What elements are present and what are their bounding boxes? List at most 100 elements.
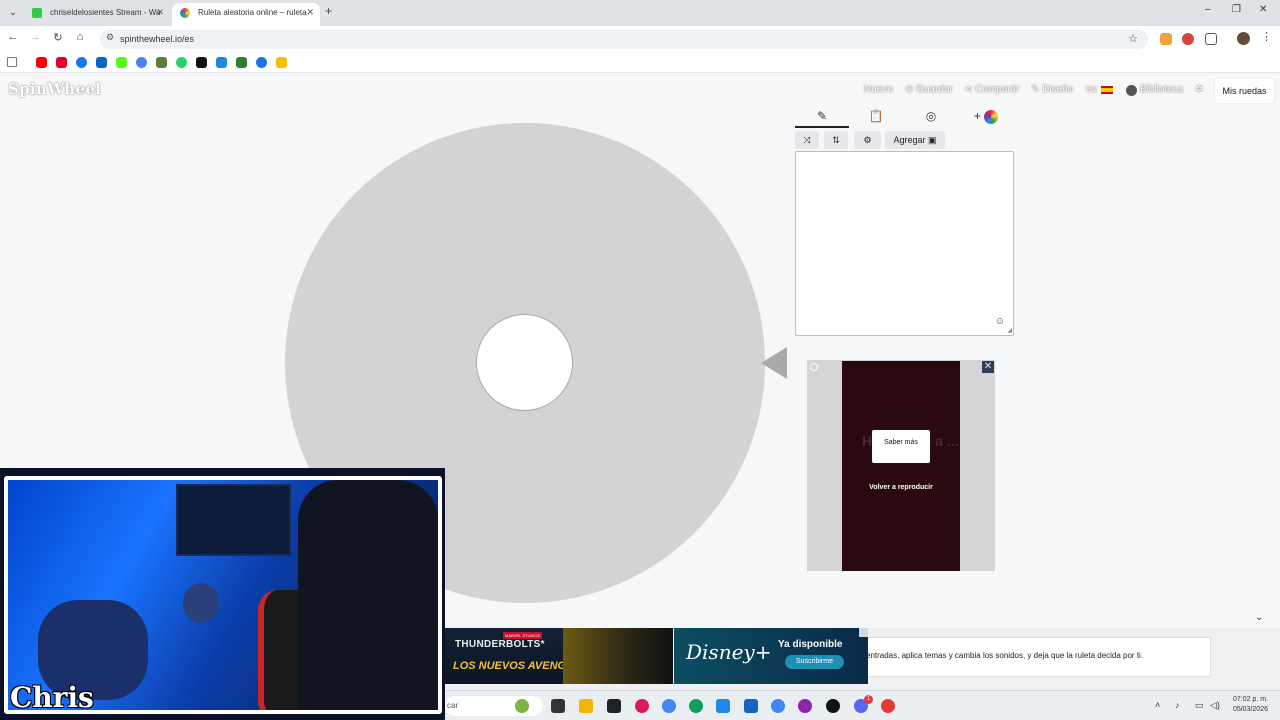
- settings-button[interactable]: ⚙: [854, 131, 881, 149]
- agregar-label: Agregar: [893, 135, 926, 145]
- adchoices-icon[interactable]: [859, 628, 868, 637]
- ad-close-button[interactable]: ✕: [982, 361, 994, 373]
- compartir-button[interactable]: ⋖ Compartir: [964, 84, 1019, 95]
- guardar-button[interactable]: ⊙ Guardar: [905, 84, 953, 95]
- mis-ruedas-button[interactable]: Mis ruedas: [1215, 79, 1274, 103]
- site-info-icon[interactable]: ⚙: [106, 32, 114, 43]
- browser-icon[interactable]: [136, 57, 147, 68]
- extension-icon[interactable]: [1182, 33, 1194, 45]
- stream-favicon-icon: [32, 8, 42, 18]
- site-logo[interactable]: SpinWheel: [8, 80, 101, 98]
- agregar-button[interactable]: Agregar ▣: [885, 131, 945, 149]
- tab-stream[interactable]: chriseldelosientes Stream - Wa ✕: [24, 3, 170, 26]
- ad-info-icon[interactable]: [810, 363, 818, 371]
- tray-chevron-icon[interactable]: ˄: [1155, 700, 1160, 710]
- extensions-puzzle-icon[interactable]: [1205, 33, 1217, 45]
- tab-strip: ⌄ chriseldelosientes Stream - Wa ✕ Rulet…: [0, 0, 1280, 26]
- webcam-person: [298, 480, 438, 710]
- tab-close-icon[interactable]: ✕: [156, 3, 164, 22]
- shuffle-button[interactable]: ⤨: [795, 131, 819, 149]
- tab-edit[interactable]: ✎: [795, 106, 849, 128]
- task-view-icon[interactable]: [551, 699, 565, 713]
- store-icon[interactable]: [744, 699, 758, 713]
- address-bar[interactable]: ⚙ spinthewheel.io/es ☆: [100, 30, 1148, 49]
- clock-time[interactable]: 07:02 p. m.: [1220, 696, 1268, 703]
- bookmarks-bar: [0, 52, 1280, 73]
- disney-plus-logo: Disney+: [686, 640, 772, 664]
- app-icon[interactable]: [635, 699, 649, 713]
- app-icon[interactable]: [236, 57, 247, 68]
- tab-search-chevron-icon[interactable]: ⌄: [6, 6, 20, 20]
- tiktok-icon[interactable]: [196, 57, 207, 68]
- editor-tabs: ✎ 📋 ◎ +: [795, 106, 1013, 128]
- biblioteca-button[interactable]: Biblioteca: [1140, 84, 1183, 95]
- tab-results[interactable]: 📋: [849, 106, 903, 128]
- app-icon[interactable]: [798, 699, 812, 713]
- shuffle-icon: ⤨: [803, 135, 811, 145]
- sort-button[interactable]: ⇅: [824, 131, 848, 149]
- volume-icon[interactable]: ◁): [1210, 700, 1220, 711]
- window-close-button[interactable]: ✕: [1259, 4, 1267, 15]
- entries-textarea[interactable]: ☺ ◢: [795, 151, 1014, 336]
- tab-hidden[interactable]: ◎: [904, 106, 958, 128]
- whatsapp-icon[interactable]: [176, 57, 187, 68]
- bookmark-star-icon[interactable]: ☆: [1128, 32, 1138, 45]
- banner-disney[interactable]: Disney+ Ya disponible Suscribirme: [674, 628, 868, 684]
- youtube-icon[interactable]: [36, 57, 47, 68]
- epic-games-icon[interactable]: [607, 699, 621, 713]
- meta-icon[interactable]: [96, 57, 107, 68]
- app-icon[interactable]: [881, 699, 895, 713]
- save-icon: ⊙: [905, 84, 917, 95]
- tab-colors[interactable]: +: [959, 106, 1013, 128]
- nuevo-button[interactable]: Nuevo: [864, 84, 893, 95]
- chevron-down-icon[interactable]: ⌄: [1255, 612, 1263, 623]
- reload-icon[interactable]: ↻: [51, 31, 65, 44]
- network-icon[interactable]: ▭: [1195, 700, 1204, 711]
- edge-icon[interactable]: [689, 699, 703, 713]
- tab-ruleta[interactable]: Ruleta aleatoria online – ruleta ✕: [172, 3, 320, 26]
- obs-icon[interactable]: [826, 699, 840, 713]
- banner-thunderbolts[interactable]: MARVEL STUDIOS THUNDERBOLTS* LOS NUEVOS …: [445, 628, 589, 684]
- suscribirme-button[interactable]: Suscribirme: [785, 655, 844, 669]
- clipboard-icon: 📋: [868, 109, 884, 123]
- kick-icon[interactable]: [116, 57, 127, 68]
- apps-grid-icon[interactable]: [7, 57, 17, 67]
- outlook-icon[interactable]: [716, 699, 730, 713]
- spain-flag-icon: [1101, 86, 1113, 94]
- guardar-label: Guardar: [916, 84, 953, 95]
- minimize-button[interactable]: –: [1205, 4, 1211, 15]
- ad-banner[interactable]: MARVEL STUDIOS THUNDERBOLTS* LOS NUEVOS …: [445, 628, 868, 684]
- microphone-icon[interactable]: ♪: [1175, 700, 1180, 710]
- youtube-studio-icon[interactable]: [56, 57, 67, 68]
- tab-close-icon[interactable]: ✕: [306, 3, 314, 22]
- profile-avatar[interactable]: [1237, 32, 1250, 45]
- facebook-icon[interactable]: [76, 57, 87, 68]
- resize-grip-icon[interactable]: ◢: [1007, 327, 1012, 334]
- weather-icon[interactable]: [515, 699, 529, 713]
- back-arrow-icon[interactable]: ←: [6, 31, 20, 43]
- wheel-center-button[interactable]: [476, 314, 573, 411]
- emoji-icon[interactable]: ☺: [995, 316, 1005, 327]
- app-icon[interactable]: [216, 57, 227, 68]
- forward-arrow-icon[interactable]: →: [28, 31, 42, 43]
- chrome-icon[interactable]: [662, 699, 676, 713]
- extension-icon[interactable]: [1160, 33, 1172, 45]
- app-icon[interactable]: [256, 57, 267, 68]
- saber-mas-button[interactable]: Saber más: [872, 430, 930, 463]
- restore-button[interactable]: ❐: [1232, 4, 1241, 15]
- settings-gear-icon[interactable]: ✲: [1195, 84, 1203, 95]
- plus-icon: +: [973, 109, 981, 123]
- new-tab-button[interactable]: +: [325, 4, 332, 18]
- ad-video[interactable]: H...k, have a ... Saber más Volver a rep…: [842, 361, 960, 571]
- bot-icon[interactable]: [156, 57, 167, 68]
- volver-a-reproducir-button[interactable]: Volver a reproducir: [862, 483, 940, 492]
- tab-title: chriseldelosientes Stream - Wa: [50, 8, 161, 17]
- chrome-active-icon[interactable]: [771, 699, 785, 713]
- file-explorer-icon[interactable]: [579, 699, 593, 713]
- google-drive-icon[interactable]: [276, 57, 287, 68]
- browser-menu-icon[interactable]: ⋮: [1261, 30, 1272, 43]
- home-icon[interactable]: ⌂: [73, 31, 87, 43]
- clock-date[interactable]: 05/03/2026: [1220, 706, 1268, 713]
- language-selector[interactable]: es: [1086, 84, 1097, 95]
- diseno-button[interactable]: ✎ Diseño: [1031, 84, 1073, 95]
